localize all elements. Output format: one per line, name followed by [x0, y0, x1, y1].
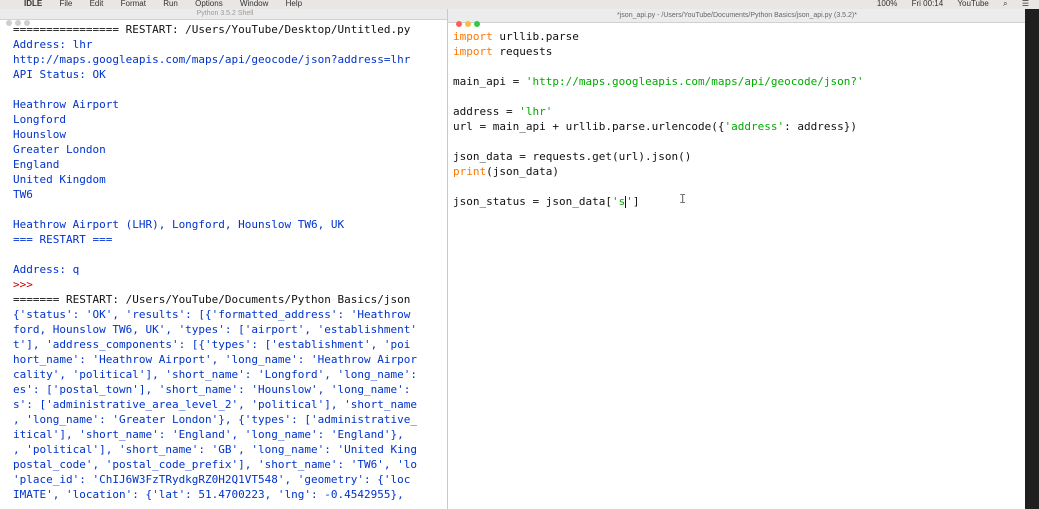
code-token: (json_data) [486, 165, 559, 178]
code-line: main_api = 'http://maps.googleapis.com/m… [453, 74, 1026, 89]
shell-titlebar[interactable]: Python 3.5.2 Shell [0, 9, 450, 26]
shell-line: ford, Hounslow TW6, UK', 'types': ['airp… [13, 323, 417, 336]
code-token: 'lhr' [519, 105, 553, 118]
menu-window[interactable]: Window [240, 0, 268, 8]
minimize-icon[interactable] [15, 20, 21, 26]
code-token: address = [453, 105, 520, 118]
editor-title: *json_api.py - /Users/YouTube/Documents/… [617, 12, 857, 19]
shell-line: {'status': 'OK', 'results': [{'formatted… [13, 308, 411, 321]
shell-line: cality', 'political'], 'short_name': 'Lo… [13, 368, 417, 381]
clock[interactable]: Fri 00:14 [912, 0, 944, 8]
menu-help[interactable]: Help [286, 0, 302, 8]
shell-line: >>> [13, 278, 33, 291]
shell-line: ======= RESTART: /Users/YouTube/Document… [13, 293, 411, 306]
code-editor[interactable]: import urllib.parse import requests main_a… [448, 23, 1026, 209]
shell-output[interactable]: ================ RESTART: /Users/YouTube… [0, 20, 450, 502]
code-token: 'http://maps.googleapis.com/maps/api/geo… [525, 75, 864, 88]
status-area: 100% Fri 00:14 YouTube ⌕ ☰ [865, 0, 1029, 9]
shell-line: itical'], 'short_name': 'England', 'long… [13, 428, 411, 441]
code-line: import urllib.parse [453, 29, 1026, 44]
code-line: json_status = json_data['s'] [453, 194, 1026, 209]
shell-line: Heathrow Airport (LHR), Longford, Hounsl… [13, 218, 345, 231]
shell-line: , 'political'], 'short_name': 'GB', 'lon… [13, 443, 417, 456]
code-line: json_data = requests.get(url).json() [453, 149, 1026, 164]
menu-list-icon[interactable]: ☰ [1022, 0, 1029, 8]
user-name[interactable]: YouTube [957, 0, 988, 8]
code-token: print [453, 165, 487, 178]
shell-line: Heathrow Airport [13, 98, 119, 111]
close-icon[interactable] [6, 20, 12, 26]
code-token: urllib.parse [492, 30, 579, 43]
shell-line: ================ RESTART: /Users/YouTube… [13, 23, 411, 36]
code-token: 's [611, 195, 626, 208]
shell-line: Address: q [13, 263, 80, 276]
code-token: main_api = [453, 75, 526, 88]
code-token: json_status = json_data[ [453, 195, 612, 208]
menu-app-name[interactable]: IDLE [24, 0, 42, 8]
code-token: json_data = requests.get(url).json() [453, 150, 692, 163]
shell-line: , 'long_name': 'Greater London'}, {'type… [13, 413, 417, 426]
code-token: : address}) [784, 120, 857, 133]
shell-line: postal_code', 'postal_code_prefix'], 'sh… [13, 458, 417, 471]
code-line: url = main_api + urllib.parse.urlencode(… [453, 119, 1026, 134]
menu-edit[interactable]: Edit [90, 0, 104, 8]
menu-format[interactable]: Format [121, 0, 146, 8]
editor-window: *json_api.py - /Users/YouTube/Documents/… [447, 9, 1026, 509]
code-line: import requests [453, 44, 1026, 59]
shell-line: Address: lhr [13, 38, 93, 51]
menu-options[interactable]: Options [195, 0, 223, 8]
screen-edge [1025, 9, 1039, 509]
code-token: requests [492, 45, 553, 58]
shell-line: Greater London [13, 143, 106, 156]
shell-line: es': ['postal_town'], 'short_name': 'Hou… [13, 383, 411, 396]
shell-line: England [13, 158, 60, 171]
code-line: print(json_data) [453, 164, 1026, 179]
menu-run[interactable]: Run [163, 0, 178, 8]
code-token: ' [626, 195, 633, 208]
shell-line: s': ['administrative_area_level_2', 'pol… [13, 398, 417, 411]
shell-line: 'place_id': 'ChIJ6W3FzTRydkgRZ0H2Q1VT548… [13, 473, 411, 486]
shell-line: API Status: OK [13, 68, 106, 81]
code-token: ] [632, 195, 640, 208]
battery-percent[interactable]: 100% [877, 0, 897, 8]
shell-line: http://maps.googleapis.com/maps/api/geoc… [13, 53, 411, 66]
shell-line: Longford [13, 113, 66, 126]
zoom-icon[interactable] [24, 20, 30, 26]
menu-file[interactable]: File [59, 0, 72, 8]
shell-line: United Kingdom [13, 173, 106, 186]
shell-line: Hounslow [13, 128, 66, 141]
code-token: import [453, 30, 493, 43]
code-line: address = 'lhr' [453, 104, 1026, 119]
python-shell-window: Python 3.5.2 Shell ================ REST… [0, 9, 450, 509]
shell-title: Python 3.5.2 Shell [196, 10, 254, 17]
menu-items: IDLE File Edit Format Run Options Window… [24, 0, 317, 8]
search-icon[interactable]: ⌕ [1003, 0, 1007, 8]
shell-line: hort_name': 'Heathrow Airport', 'long_na… [13, 353, 417, 366]
text-cursor-icon: I [679, 192, 687, 206]
shell-line: TW6 [13, 188, 33, 201]
code-token: url = main_api + urllib.parse.urlencode(… [453, 120, 725, 133]
code-token: 'address' [724, 120, 785, 133]
editor-titlebar[interactable]: *json_api.py - /Users/YouTube/Documents/… [448, 9, 1026, 27]
shell-line: === RESTART === [13, 233, 113, 246]
code-token: import [453, 45, 493, 58]
shell-line: t'], 'address_components': [{'types': ['… [13, 338, 411, 351]
shell-line: IMATE', 'location': {'lat': 51.4700223, … [13, 488, 404, 501]
